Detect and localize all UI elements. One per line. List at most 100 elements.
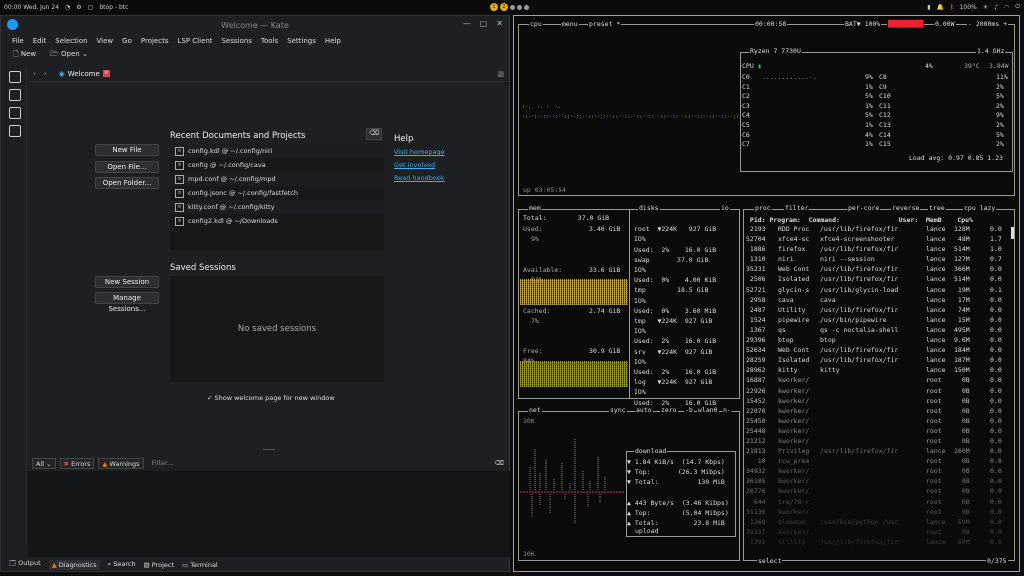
net-interface[interactable]: wlan0 [697, 406, 719, 414]
net-auto-toggle[interactable]: auto [635, 406, 653, 414]
table-row[interactable]: 10 rcu_pree root 0B 0.0 [746, 457, 1011, 467]
workspace-4[interactable] [517, 4, 522, 10]
table-row[interactable]: 31136 kworker/root 0B 0.0 [746, 508, 1011, 518]
clear-filter-icon[interactable]: ⌫ [495, 459, 504, 467]
power-icon[interactable]: ⏻ [1015, 3, 1020, 11]
proc-scrollbar[interactable] [1011, 227, 1014, 239]
back-arrow-icon[interactable]: ‹ [33, 70, 36, 78]
net-sync-toggle[interactable]: sync [609, 406, 627, 414]
list-item[interactable]: ≡ kitty.conf @ ~/.config/kitty [170, 200, 384, 214]
table-row[interactable]: 36105 kworker/root 0B 0.0 [746, 477, 1011, 487]
table-row[interactable]: 28962 kitty kitty lance 150M 0.0 [746, 366, 1011, 376]
battery-status[interactable]: 100% [960, 4, 977, 11]
table-row[interactable]: 28259 Isolated/usr/lib/firefox/fir lance 18… [746, 356, 1011, 366]
table-row[interactable]: 1367 qs qs -c noctalia-shell lance 495M 0.0 [746, 326, 1011, 336]
brightness-icon[interactable]: ☀ [983, 4, 988, 11]
table-row[interactable]: 15452 kworker/root 0B 0.0 [746, 397, 1011, 407]
list-item[interactable]: ≡ mpd.conf @ ~/.config/mpd [170, 172, 384, 186]
all-filter-dropdown[interactable]: All ⌄ [32, 457, 56, 469]
net-b-toggle[interactable]: -b [684, 406, 694, 414]
table-row[interactable]: 21212 kworker/root 0B 0.0 [746, 437, 1011, 447]
menu-label[interactable]: menu [561, 20, 579, 28]
project-tree-icon[interactable] [9, 125, 21, 137]
table-row[interactable]: 644 irq/78-r root 0B 0.0 [746, 498, 1011, 508]
workspace-2[interactable]: 2 [500, 3, 508, 11]
splitter-handle[interactable] [263, 449, 275, 450]
tab-welcome[interactable]: ◉ Welcome ✕ [55, 70, 114, 78]
menu-sessions[interactable]: Sessions [222, 37, 252, 45]
table-row[interactable]: 1524 pipewire/usr/bin/pipewire lance 15M 0.… [746, 316, 1011, 326]
workspace-1[interactable]: 1 [490, 3, 498, 11]
menu-go[interactable]: Go [122, 37, 132, 45]
forward-arrow-icon[interactable]: › [44, 70, 47, 78]
menu-tools[interactable]: Tools [261, 37, 278, 45]
tab-terminal[interactable]: ▭ Terminal [182, 561, 218, 569]
table-row[interactable]: 16887 kworker/root 0B 0.0 [746, 376, 1011, 386]
table-row[interactable]: 29396 btop btop lance 9.6M 0.0 [746, 336, 1011, 346]
table-row[interactable]: 52634 Web Cont/usr/lib/firefox/fir lance 18… [746, 346, 1011, 356]
maximize-icon[interactable]: ▢ [480, 19, 488, 28]
select-label[interactable]: select [757, 557, 783, 565]
clear-recent-icon[interactable]: ⌫ [366, 128, 382, 140]
sort-selector[interactable]: cpu lazy [963, 204, 997, 212]
show-welcome-checkbox[interactable]: ✓ Show welcome page for new window [207, 394, 335, 402]
menu-projects[interactable]: Projects [141, 37, 169, 45]
net-next[interactable]: n- [722, 406, 732, 414]
list-item[interactable]: ≡ config.kdl @ ~/.config/niri [170, 144, 384, 158]
table-row[interactable]: 26776 kworker/root 0B 0.0 [746, 487, 1011, 497]
table-row[interactable]: 1391 Utility/usr/lib/firefox/fir lance 60M… [746, 538, 1011, 548]
open-button[interactable]: 🗁 Open ⌄ [50, 50, 88, 61]
split-view-icon[interactable]: ▥ [497, 70, 504, 78]
tab-diagnostics[interactable]: ▲ Diagnostics [48, 559, 100, 570]
list-item[interactable]: ≡ config.jsonc @ ~/.config/fastfetch [170, 186, 384, 200]
disks-io-toggle[interactable]: io [720, 204, 730, 212]
documents-icon[interactable] [9, 71, 21, 83]
list-item[interactable]: ≡ config @ ~/.config/cava [170, 158, 384, 172]
disks-title[interactable]: disks [638, 204, 660, 212]
open-folder-button[interactable]: Open Folder... [95, 177, 159, 189]
chevron-down-icon[interactable]: ⌄ [82, 50, 88, 58]
minimize-icon[interactable]: — [463, 19, 471, 28]
update-interval[interactable]: - 2000ms + [967, 20, 1009, 28]
table-row[interactable]: 22926 kworker/root 0B 0.0 [746, 387, 1011, 397]
reverse-toggle[interactable]: reverse [891, 204, 921, 212]
bell-icon[interactable]: ◔ [65, 4, 70, 11]
errors-toggle[interactable]: ✖ Errors [59, 457, 95, 469]
table-row[interactable]: 52721 glycin-s/usr/lib/glycin-load lance 1… [746, 286, 1011, 296]
menu-selection[interactable]: Selection [55, 37, 87, 45]
kate-app-icon[interactable] [7, 19, 18, 30]
table-row[interactable]: 22870 kworker/root 0B 0.0 [746, 407, 1011, 417]
close-tab-icon[interactable]: ✕ [102, 70, 110, 77]
per-core-toggle[interactable]: per-core [847, 204, 881, 212]
volume-icon[interactable]: ♪ [994, 4, 998, 11]
tab-project[interactable]: ▤ Project [144, 561, 174, 569]
table-row[interactable]: 21813 Privileg/usr/lib/firefox/fir lance 26… [746, 447, 1011, 457]
list-item[interactable]: ≡ config2.kdl @ ~/Downloads [170, 214, 384, 228]
menu-help[interactable]: Help [325, 37, 341, 45]
diagnostics-filter-input[interactable]: Filter... [148, 459, 490, 467]
menu-lsp-client[interactable]: LSP Client [178, 37, 213, 45]
table-row[interactable]: 34932 kworker/root 0B 0.0 [746, 467, 1011, 477]
menu-edit[interactable]: Edit [33, 37, 47, 45]
table-row[interactable]: 52704 xfce4-sc xfce4-screenshooter lance 48… [746, 235, 1011, 245]
table-row[interactable]: 2487 Utility /usr/lib/firefox/fir lance 74… [746, 306, 1011, 316]
menu-settings[interactable]: Settings [287, 37, 316, 45]
visit-homepage-link[interactable]: Visit homepage [394, 148, 445, 156]
net-zero-toggle[interactable]: zero [660, 406, 678, 414]
new-button[interactable]: 🗋 New [13, 50, 36, 61]
btop-terminal[interactable]: cpu menu preset * 00:00:58 BAT▼ 100% ███… [513, 15, 1020, 572]
close-icon[interactable]: ✕ [496, 19, 503, 28]
workspace-3[interactable] [510, 4, 515, 10]
cpu-box-title[interactable]: cpu [529, 20, 543, 28]
tree-toggle[interactable]: tree [928, 204, 946, 212]
table-row[interactable]: 2193 RDD Proc/usr/lib/firefox/fir lance 128… [746, 225, 1011, 235]
filesystem-browser-icon[interactable] [9, 89, 21, 101]
get-involved-link[interactable]: Get involved [394, 161, 445, 169]
new-session-button[interactable]: New Session [95, 276, 159, 288]
bluetooth-icon[interactable]: ᛒ [950, 4, 954, 11]
table-row[interactable]: 1368 bluemon/usr/bin/python /usr lance 59M… [746, 518, 1011, 528]
table-row[interactable]: 1310 niri niri --session lance 127M 0.7 [746, 255, 1011, 265]
workspace-5[interactable] [524, 4, 529, 10]
workspace-indicator[interactable]: 1 2 [490, 3, 529, 11]
settings-icon[interactable]: ⚙ [76, 4, 81, 11]
